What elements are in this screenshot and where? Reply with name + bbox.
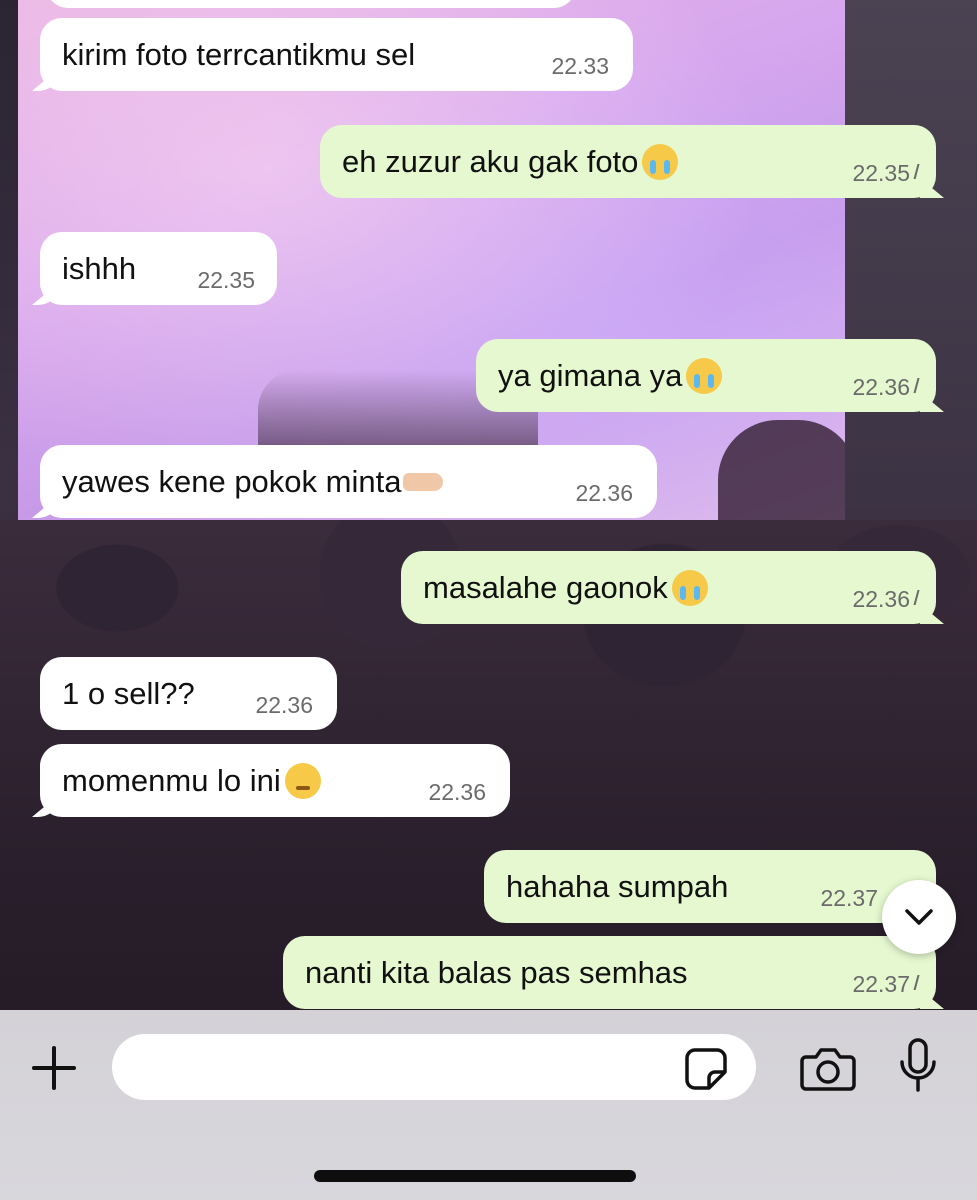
message-timestamp: 22.36: [255, 692, 313, 718]
message-timestamp: 22.36: [575, 480, 633, 506]
message-text: ishhh: [62, 250, 137, 286]
message-list[interactable]: kirim foto terrcantikmu sel 22.33 eh zuz…: [0, 0, 977, 1010]
camera-icon: [800, 1048, 856, 1091]
home-indicator[interactable]: [314, 1170, 636, 1182]
message-timestamp: 22.36: [428, 779, 486, 805]
message-bubble-outgoing[interactable]: ya gimana ya 22.36 //: [476, 339, 936, 412]
palm-up-hand-icon: [403, 472, 444, 491]
loudly-crying-face-icon: [686, 357, 723, 394]
message-bubble-incoming[interactable]: momenmu lo ini 22.36: [40, 744, 510, 817]
message-timestamp: 22.33: [551, 53, 609, 79]
message-input[interactable]: [112, 1034, 756, 1100]
pensive-face-icon: [284, 762, 321, 799]
message-bubble-outgoing[interactable]: eh zuzur aku gak foto 22.35 //: [320, 125, 936, 198]
sticker-button[interactable]: [682, 1045, 730, 1093]
message-text: eh zuzur aku gak foto: [342, 143, 639, 179]
message-timestamp: 22.36 //: [852, 586, 920, 612]
message-text: yawes kene pokok minta: [62, 463, 402, 499]
attach-button[interactable]: [28, 1042, 80, 1094]
message-bubble-outgoing[interactable]: hahaha sumpah 22.37: [484, 850, 936, 923]
sticker-icon: [685, 1048, 727, 1090]
message-text: kirim foto terrcantikmu sel: [62, 36, 416, 72]
message-text: 1 o sell??: [62, 675, 195, 711]
voice-message-button[interactable]: [890, 1036, 946, 1096]
message-timestamp: 22.37: [820, 885, 878, 911]
plus-icon: [32, 1046, 76, 1090]
loudly-crying-face-icon: [671, 569, 708, 606]
message-bubble-incoming[interactable]: kirim foto terrcantikmu sel 22.33: [40, 18, 633, 91]
camera-button[interactable]: [798, 1040, 858, 1096]
scroll-to-bottom-button[interactable]: [882, 880, 956, 954]
message-bubble-incoming[interactable]: yawes kene pokok minta 22.36: [40, 445, 657, 518]
message-text: masalahe gaonok: [423, 569, 668, 605]
message-text: hahaha sumpah: [506, 868, 729, 904]
message-bubble-outgoing[interactable]: nanti kita balas pas semhas 22.37 //: [283, 936, 936, 1009]
message-timestamp: 22.35: [197, 267, 255, 293]
message-timestamp: 22.35 //: [852, 160, 920, 186]
microphone-icon: [900, 1038, 936, 1092]
partial-message-bubble: [46, 0, 576, 8]
message-timestamp: 22.37 //: [852, 971, 920, 997]
message-bubble-incoming[interactable]: 1 o sell?? 22.36: [40, 657, 337, 730]
chevron-down-icon: [905, 909, 933, 925]
message-text: ya gimana ya: [498, 357, 683, 393]
message-text: nanti kita balas pas semhas: [305, 954, 688, 990]
message-text: momenmu lo ini: [62, 762, 281, 798]
message-bubble-incoming[interactable]: ishhh 22.35: [40, 232, 277, 305]
message-bubble-outgoing[interactable]: masalahe gaonok 22.36 //: [401, 551, 936, 624]
loudly-crying-face-icon: [642, 143, 679, 180]
message-timestamp: 22.36 //: [852, 374, 920, 400]
